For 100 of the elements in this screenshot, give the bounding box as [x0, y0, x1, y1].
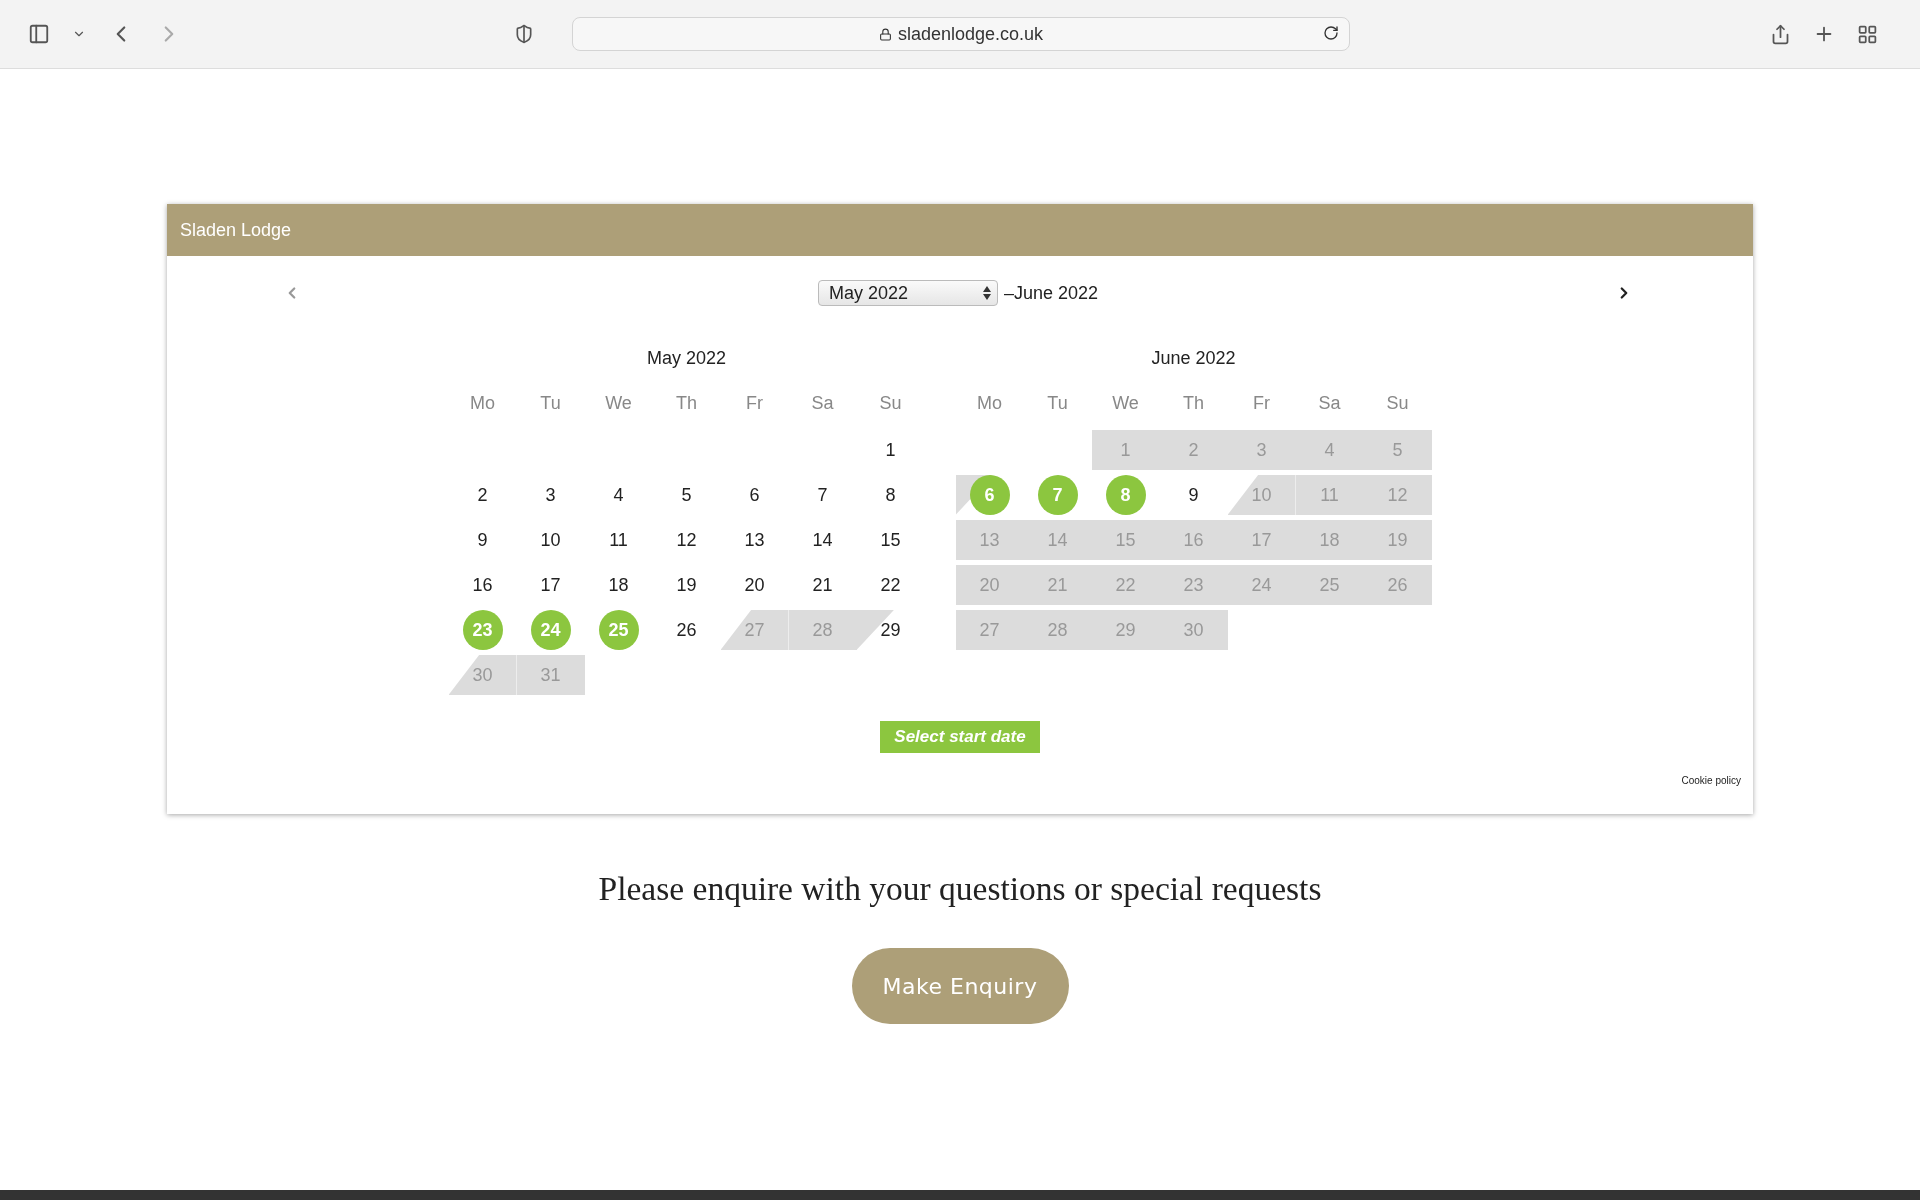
- calendar-day[interactable]: 6: [749, 484, 760, 506]
- booked-shade: [955, 565, 1024, 605]
- calendar-day[interactable]: 28: [812, 619, 833, 641]
- booked-shade: [1159, 610, 1228, 650]
- calendar-day[interactable]: 21: [812, 574, 833, 596]
- calendar-day[interactable]: 4: [1324, 439, 1335, 461]
- address-bar[interactable]: sladenlodge.co.uk: [572, 17, 1350, 51]
- make-enquiry-button[interactable]: Make Enquiry: [851, 948, 1069, 1024]
- calendar-day[interactable]: 26: [676, 619, 697, 641]
- calendar-day[interactable]: 21: [1047, 574, 1068, 596]
- highlighted-day[interactable]: 25: [598, 610, 639, 650]
- weekday-label: Mo: [469, 392, 496, 415]
- calendar-day[interactable]: 16: [1183, 529, 1204, 551]
- booked-shade: [788, 610, 857, 650]
- highlighted-day[interactable]: 8: [1105, 475, 1146, 515]
- booked-shade: [448, 655, 517, 695]
- weekday-label: Tu: [1046, 392, 1069, 415]
- weekday-label: Fr: [1252, 392, 1271, 415]
- highlighted-day[interactable]: 23: [462, 610, 503, 650]
- booked-shade: [1363, 430, 1432, 470]
- calendar-day[interactable]: 1: [885, 439, 896, 461]
- weekday-label: Fr: [745, 392, 764, 415]
- select-start-date-button[interactable]: Select start date: [880, 721, 1040, 753]
- calendar-day[interactable]: 15: [880, 529, 901, 551]
- calendar-day[interactable]: 5: [681, 484, 692, 506]
- calendar-day[interactable]: 25: [1319, 574, 1340, 596]
- calendar-day[interactable]: 30: [472, 664, 493, 686]
- calendar-day[interactable]: 13: [979, 529, 1000, 551]
- calendar-day[interactable]: 3: [545, 484, 556, 506]
- highlighted-day[interactable]: 6: [969, 475, 1010, 515]
- enquiry-text: Please enquire with your questions or special requests: [598, 870, 1322, 908]
- calendar-day[interactable]: 18: [608, 574, 629, 596]
- reload-icon[interactable]: [1323, 25, 1339, 41]
- calendar-day[interactable]: 31: [540, 664, 561, 686]
- calendar-day[interactable]: 23: [1183, 574, 1204, 596]
- booked-shade: [1363, 565, 1432, 605]
- calendar-day[interactable]: 29: [1115, 619, 1136, 641]
- booked-shade: [1295, 475, 1364, 515]
- calendar-day[interactable]: 15: [1115, 529, 1136, 551]
- calendar-day[interactable]: 18: [1319, 529, 1340, 551]
- calendar-day[interactable]: 14: [1047, 529, 1068, 551]
- booked-shade: [720, 610, 789, 650]
- highlighted-day[interactable]: 7: [1037, 475, 1078, 515]
- weekday-label: Tu: [539, 392, 562, 415]
- calendar-day[interactable]: 27: [744, 619, 765, 641]
- month-select[interactable]: May 2022: [817, 280, 998, 306]
- calendar-day[interactable]: 20: [744, 574, 765, 596]
- weekday-label: Th: [1182, 392, 1205, 415]
- calendar-day[interactable]: 4: [613, 484, 624, 506]
- calendar-day[interactable]: 11: [609, 529, 628, 551]
- calendar-day[interactable]: 1: [1120, 439, 1131, 461]
- calendar-day[interactable]: 16: [472, 574, 493, 596]
- range-end-text: –June 2022: [1003, 282, 1099, 304]
- calendar-day[interactable]: 19: [676, 574, 697, 596]
- calendar-day[interactable]: 12: [1387, 484, 1408, 506]
- booked-shade: [1227, 475, 1296, 515]
- calendar-day[interactable]: 2: [1188, 439, 1199, 461]
- calendar-day[interactable]: 24: [1251, 574, 1272, 596]
- weekday-label: We: [604, 392, 633, 415]
- calendar-day[interactable]: 22: [1115, 574, 1136, 596]
- cookie-policy-link[interactable]: Cookie policy: [1681, 775, 1741, 786]
- calendar-day[interactable]: 19: [1387, 529, 1408, 551]
- weekday-label: Mo: [976, 392, 1003, 415]
- calendar-day[interactable]: 9: [1188, 484, 1199, 506]
- calendar-day[interactable]: 5: [1392, 439, 1403, 461]
- widget-title: Sladen Lodge: [180, 219, 292, 241]
- booked-shade: [1091, 430, 1160, 470]
- weekday-label: Th: [675, 392, 698, 415]
- calendar-day[interactable]: 14: [812, 529, 833, 551]
- updown-icon: [982, 286, 991, 300]
- calendar-day[interactable]: 29: [880, 619, 901, 641]
- calendar-day[interactable]: 11: [1320, 484, 1339, 506]
- calendar-day[interactable]: 3: [1256, 439, 1267, 461]
- weekday-label: Su: [1385, 392, 1410, 415]
- calendar-day[interactable]: 20: [979, 574, 1000, 596]
- calendar-day[interactable]: 28: [1047, 619, 1068, 641]
- calendar-day[interactable]: 7: [817, 484, 828, 506]
- calendar-day[interactable]: 12: [676, 529, 697, 551]
- calendar-day[interactable]: 2: [477, 484, 488, 506]
- calendar-day[interactable]: 17: [540, 574, 561, 596]
- calendar-day[interactable]: 9: [477, 529, 488, 551]
- month-title: May 2022: [646, 348, 727, 370]
- highlighted-day[interactable]: 24: [530, 610, 571, 650]
- calendar-day[interactable]: 17: [1251, 529, 1272, 551]
- url-text: sladenlodge.co.uk: [897, 23, 1044, 45]
- calendar-day[interactable]: 10: [540, 529, 561, 551]
- weekday-label: Su: [878, 392, 903, 415]
- calendar-day[interactable]: 8: [885, 484, 896, 506]
- calendar-day[interactable]: 30: [1183, 619, 1204, 641]
- weekday-label: Sa: [1317, 392, 1342, 415]
- booked-shade: [516, 655, 585, 695]
- booked-shade: [1363, 520, 1432, 560]
- weekday-label: Sa: [810, 392, 835, 415]
- calendar-day[interactable]: 10: [1251, 484, 1272, 506]
- weekday-label: We: [1111, 392, 1140, 415]
- calendar-day[interactable]: 22: [880, 574, 901, 596]
- calendar-day[interactable]: 27: [979, 619, 1000, 641]
- calendar-day[interactable]: 26: [1387, 574, 1408, 596]
- lock-icon: [878, 27, 892, 41]
- calendar-day[interactable]: 13: [744, 529, 765, 551]
